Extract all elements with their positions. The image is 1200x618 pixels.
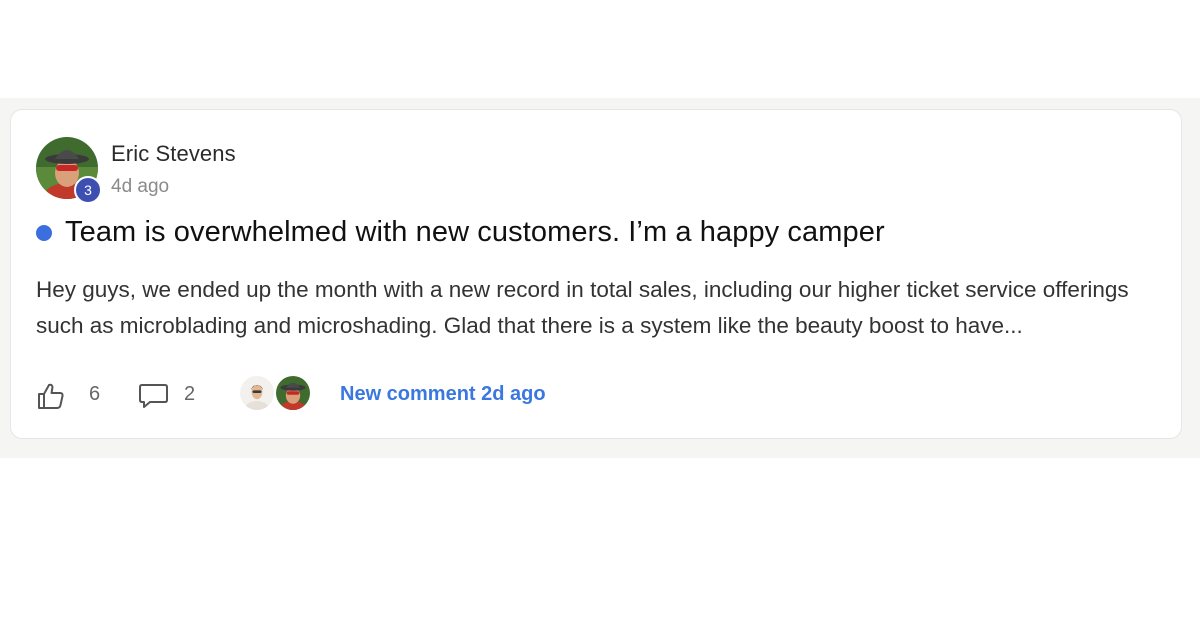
- avatar-photo-woman-icon: [238, 374, 276, 412]
- comment-icon[interactable]: [138, 382, 170, 410]
- like-count: 6: [89, 383, 101, 405]
- new-comment-link[interactable]: New comment 2d ago: [340, 383, 546, 406]
- post-title[interactable]: Team is overwhelmed with new customers. …: [65, 216, 885, 249]
- post-title-row[interactable]: Team is overwhelmed with new customers. …: [36, 216, 885, 249]
- level-badge: 3: [74, 176, 102, 204]
- comment-count: 2: [184, 383, 196, 405]
- avatar-photo-man-with-hat-icon: [274, 374, 312, 412]
- post-actions: 6 2 New comment 2d ago: [36, 374, 656, 414]
- author-name[interactable]: Eric Stevens: [111, 141, 236, 167]
- post-card[interactable]: 3 Eric Stevens 4d ago Team is overwhelme…: [10, 109, 1182, 439]
- author-avatar[interactable]: 3: [36, 137, 102, 204]
- thumbs-up-icon[interactable]: [36, 382, 66, 410]
- post-timestamp: 4d ago: [111, 176, 170, 197]
- unread-dot-icon: [36, 224, 52, 241]
- post-body: Hey guys, we ended up the month with a n…: [36, 277, 1129, 338]
